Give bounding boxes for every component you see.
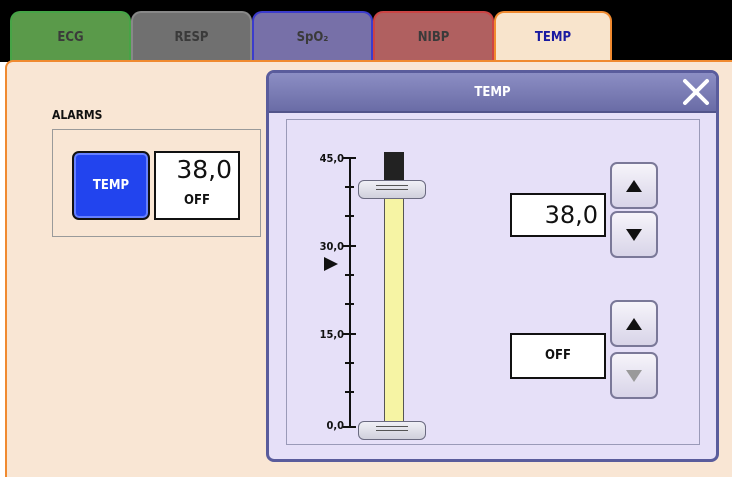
temp-high-limit-value: 38,0 (176, 155, 232, 184)
dialog-title: TEMP (474, 85, 511, 100)
alarms-heading: ALARMS (52, 108, 103, 122)
scale-tick (343, 245, 356, 247)
scale-label-30: 30,0 (319, 240, 344, 253)
high-limit-down-button[interactable] (610, 211, 658, 258)
scale-tick (343, 426, 356, 428)
scale-tick (343, 333, 356, 335)
handle-grip (376, 185, 408, 190)
scale-label-min: 0,0 (326, 419, 344, 432)
scale-tick (345, 186, 354, 188)
temp-alarm-button-label: TEMP (92, 178, 130, 193)
down-arrow-icon (626, 228, 642, 241)
dialog-title-bar: TEMP (269, 73, 716, 113)
tab-spo2[interactable]: SpO₂ (252, 11, 373, 62)
scale-label-max: 45,0 (319, 152, 344, 165)
low-limit-field[interactable]: OFF (510, 333, 606, 379)
scale-tick (345, 362, 354, 364)
handle-grip (376, 426, 408, 431)
high-limit-field[interactable]: 38,0 (510, 193, 606, 237)
scale-axis (349, 157, 351, 428)
scale-tick (345, 303, 354, 305)
low-limit-up-button[interactable] (610, 300, 658, 347)
slider-handle-icon[interactable] (358, 421, 426, 440)
tab-nibp[interactable]: NIBP (373, 11, 494, 62)
slider-out-of-range-segment (384, 152, 404, 182)
up-arrow-icon (626, 179, 642, 192)
tab-ecg[interactable]: ECG (10, 11, 131, 62)
pointer-icon (324, 257, 338, 271)
scale-label-15: 15,0 (319, 328, 344, 341)
high-limit-value: 38,0 (544, 201, 598, 229)
tab-temp-label: TEMP (534, 30, 572, 45)
low-limit-down-button[interactable] (610, 352, 658, 399)
tab-nibp-label: NIBP (417, 30, 450, 45)
up-arrow-icon (626, 317, 642, 330)
scale-tick (345, 391, 354, 393)
tab-resp[interactable]: RESP (131, 11, 252, 62)
low-limit-value: OFF (545, 348, 571, 363)
temp-low-limit-value: OFF (184, 193, 210, 208)
slider-handle-icon[interactable] (358, 180, 426, 199)
temp-alarm-value-box[interactable]: 38,0 OFF (154, 151, 240, 220)
tab-temp[interactable]: TEMP (494, 11, 612, 64)
tab-spo2-label: SpO₂ (296, 30, 329, 45)
scale-tick (345, 274, 354, 276)
tab-resp-label: RESP (174, 30, 209, 45)
high-limit-up-button[interactable] (610, 162, 658, 209)
down-arrow-icon (626, 369, 642, 382)
tab-ecg-label: ECG (57, 30, 84, 45)
scale-tick (345, 215, 354, 217)
temp-alarm-button[interactable]: TEMP (72, 151, 150, 220)
close-icon[interactable] (680, 77, 712, 107)
scale-tick (343, 157, 356, 159)
